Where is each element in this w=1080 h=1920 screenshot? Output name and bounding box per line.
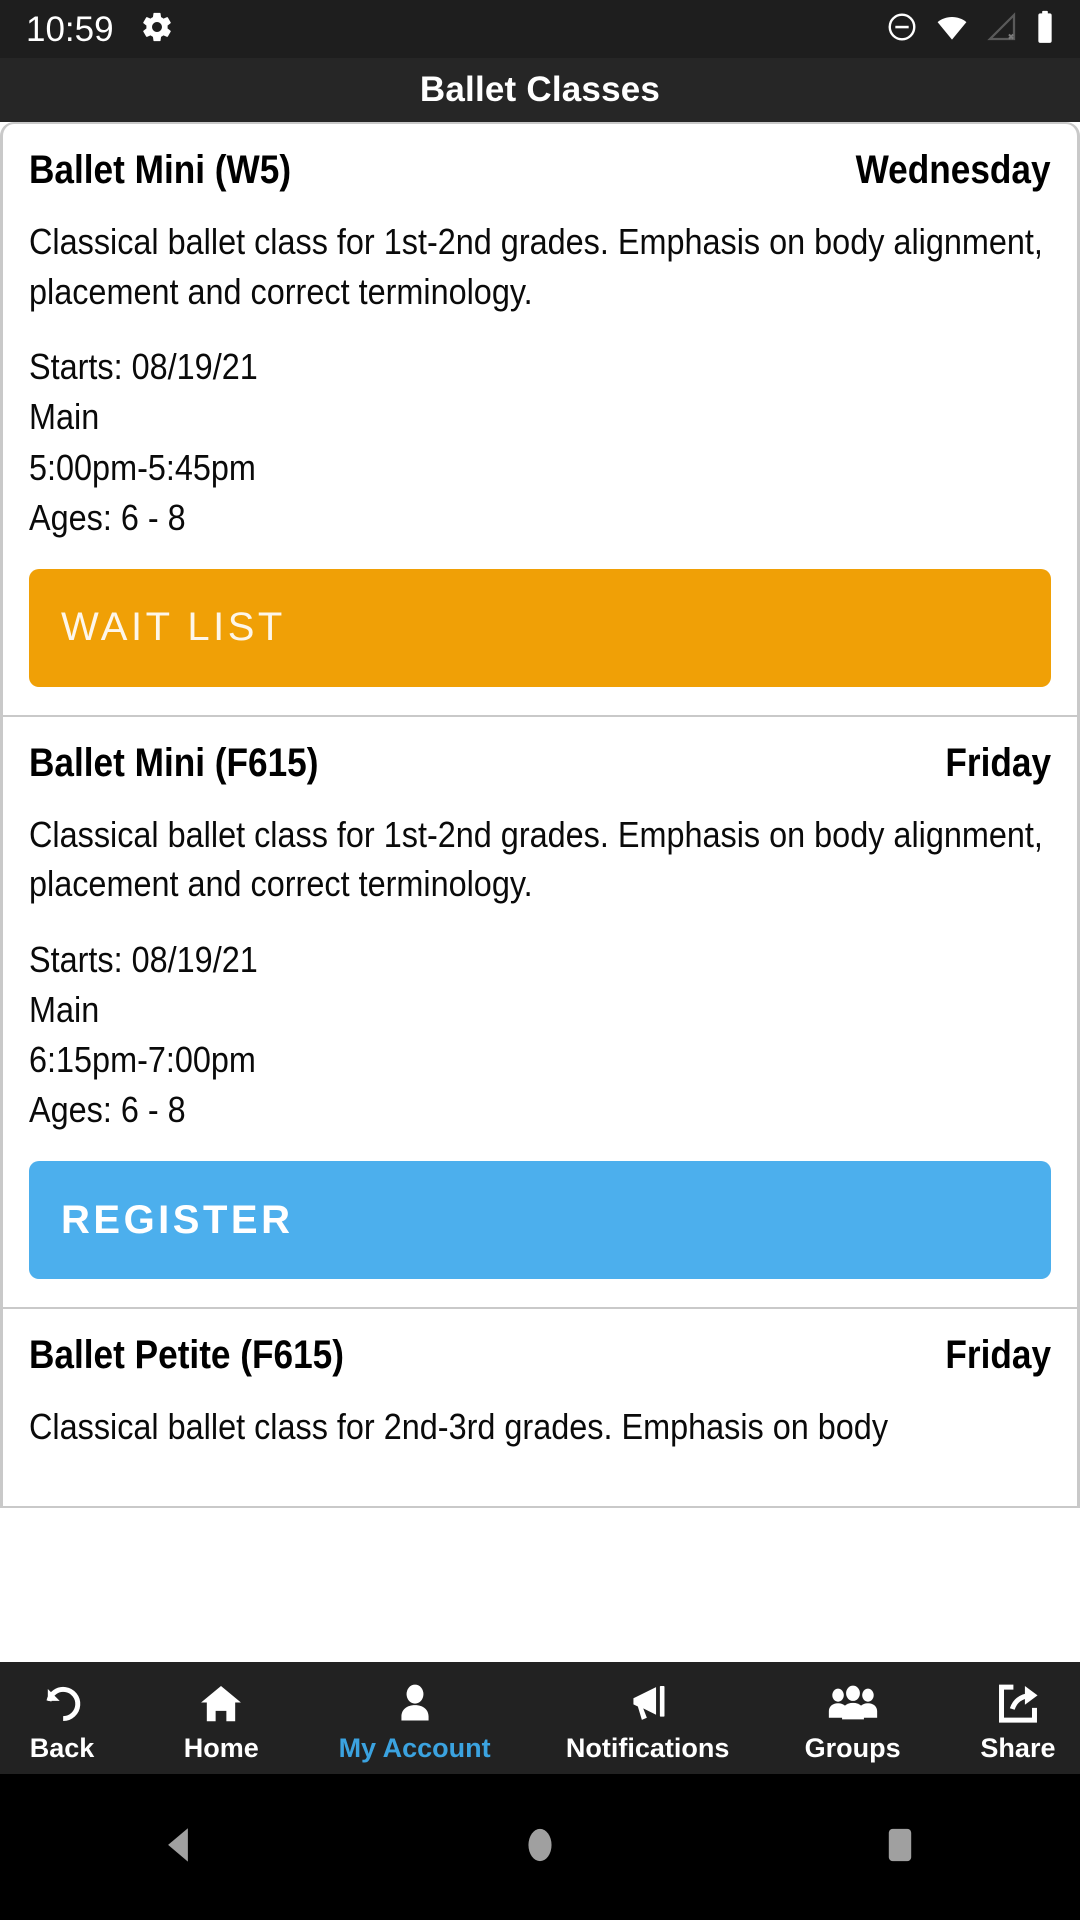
class-meta: Starts: 08/19/21 Main 5:00pm-5:45pm Ages… [29, 342, 1050, 542]
class-card[interactable]: Ballet Petite (F615) Friday Classical ba… [0, 1307, 1080, 1508]
class-location: Main [29, 989, 100, 1031]
app-header: Ballet Classes [0, 58, 1080, 122]
do-not-disturb-icon [886, 11, 918, 48]
class-start-date: Starts: 08/19/21 [29, 346, 258, 388]
register-button[interactable]: REGISTER [29, 1161, 1051, 1280]
circle-icon [519, 1822, 561, 1873]
class-card-header: Ballet Mini (F615) Friday [29, 741, 1051, 786]
nav-item-notifications[interactable]: Notifications [560, 1673, 736, 1764]
class-location: Main [29, 396, 100, 438]
phone-screen: 10:59 Ballet Classes Ballet Mini (W5) We… [0, 0, 1080, 1920]
class-day: Friday [945, 1333, 1051, 1378]
person-icon [393, 1673, 437, 1727]
triangle-left-icon [159, 1822, 201, 1873]
home-icon [197, 1673, 245, 1727]
battery-icon [1034, 10, 1056, 49]
system-back-button[interactable] [80, 1774, 280, 1920]
class-card[interactable]: Ballet Mini (W5) Wednesday Classical bal… [0, 122, 1080, 717]
class-description: Classical ballet class for 2nd-3rd grade… [29, 1406, 889, 1448]
class-start-date: Starts: 08/19/21 [29, 939, 258, 980]
cellular-off-icon [986, 11, 1018, 48]
nav-label: My Account [338, 1732, 491, 1763]
class-card-header: Ballet Mini (W5) Wednesday [29, 148, 1051, 193]
wifi-icon [934, 11, 970, 48]
nav-item-home[interactable]: Home [173, 1673, 269, 1764]
gear-icon [140, 10, 174, 49]
nav-item-groups[interactable]: Groups [799, 1673, 907, 1764]
class-time: 5:00pm-5:45pm [29, 446, 256, 488]
status-bar: 10:59 [0, 0, 1080, 58]
status-bar-clock: 10:59 [26, 9, 114, 49]
wait-list-button[interactable]: WAIT LIST [29, 568, 1051, 687]
nav-label: Groups [804, 1732, 901, 1763]
class-card-header: Ballet Petite (F615) Friday [29, 1333, 1051, 1378]
system-navigation-bar [0, 1774, 1080, 1920]
class-name: Ballet Mini (W5) [29, 148, 292, 192]
bottom-navigation: Back Home My Account Notifications Group… [0, 1662, 1080, 1774]
class-meta: Starts: 08/19/21 Main 6:15pm-7:00pm Ages… [29, 935, 1050, 1135]
class-description: Classical ballet class for 1st-2nd grade… [29, 221, 1043, 312]
nav-label: Home [183, 1732, 259, 1763]
page-title: Ballet Classes [419, 70, 661, 109]
class-name: Ballet Petite (F615) [29, 1333, 344, 1378]
status-bar-right [886, 10, 1080, 49]
nav-item-back[interactable]: Back [14, 1673, 110, 1764]
class-list[interactable]: Ballet Mini (W5) Wednesday Classical bal… [0, 122, 1080, 1662]
nav-label: Notifications [565, 1732, 730, 1763]
class-ages: Ages: 6 - 8 [29, 1089, 186, 1131]
square-icon [879, 1822, 921, 1873]
megaphone-icon [622, 1673, 674, 1727]
nav-item-share[interactable]: Share [970, 1673, 1066, 1764]
class-description: Classical ballet class for 1st-2nd grade… [29, 813, 1043, 905]
nav-label: Share [980, 1732, 1056, 1763]
system-recents-button[interactable] [800, 1774, 1000, 1920]
class-card[interactable]: Ballet Mini (F615) Friday Classical ball… [0, 714, 1080, 1310]
share-icon [995, 1673, 1041, 1727]
nav-item-my-account[interactable]: My Account [333, 1673, 497, 1764]
class-day: Wednesday [856, 148, 1051, 192]
class-day: Friday [945, 740, 1051, 785]
undo-arrow-icon [38, 1673, 86, 1727]
class-ages: Ages: 6 - 8 [29, 496, 186, 538]
nav-label: Back [29, 1732, 95, 1763]
class-time: 6:15pm-7:00pm [29, 1039, 256, 1081]
people-group-icon [825, 1673, 881, 1727]
class-name: Ballet Mini (F615) [29, 740, 319, 785]
status-bar-left: 10:59 [0, 10, 174, 49]
system-home-button[interactable] [440, 1774, 640, 1920]
